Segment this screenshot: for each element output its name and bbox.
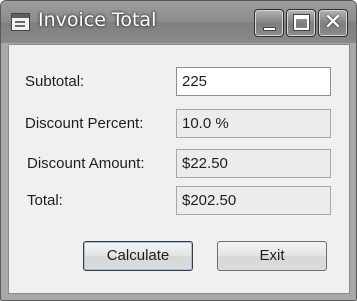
close-button[interactable]: ✕ [318,9,348,37]
exit-button[interactable]: Exit [217,241,327,271]
close-icon: ✕ [323,10,343,35]
total-label: Total: [27,192,63,209]
title-bar[interactable]: Invoice Total ✕ [1,1,356,43]
invoice-total-window: Invoice Total ✕ Subtotal: 225 Discount P… [0,0,357,301]
discount-amount-field: $22.50 [176,149,331,178]
minimize-button[interactable] [254,9,284,37]
discount-percent-label: Discount Percent: [25,115,144,132]
maximize-icon [293,14,310,31]
subtotal-input[interactable]: 225 [176,67,331,96]
total-field: $202.50 [176,186,331,215]
app-icon[interactable] [11,13,30,31]
calculate-button[interactable]: Calculate [83,241,193,271]
subtotal-label: Subtotal: [25,73,85,90]
form-client-area: Subtotal: 225 Discount Percent: 10.0 % D… [8,44,350,294]
window-title: Invoice Total [38,9,157,31]
discount-amount-label: Discount Amount: [27,155,145,172]
minimize-icon [263,27,276,31]
discount-percent-field: 10.0 % [176,109,331,138]
maximize-button[interactable] [286,9,316,37]
